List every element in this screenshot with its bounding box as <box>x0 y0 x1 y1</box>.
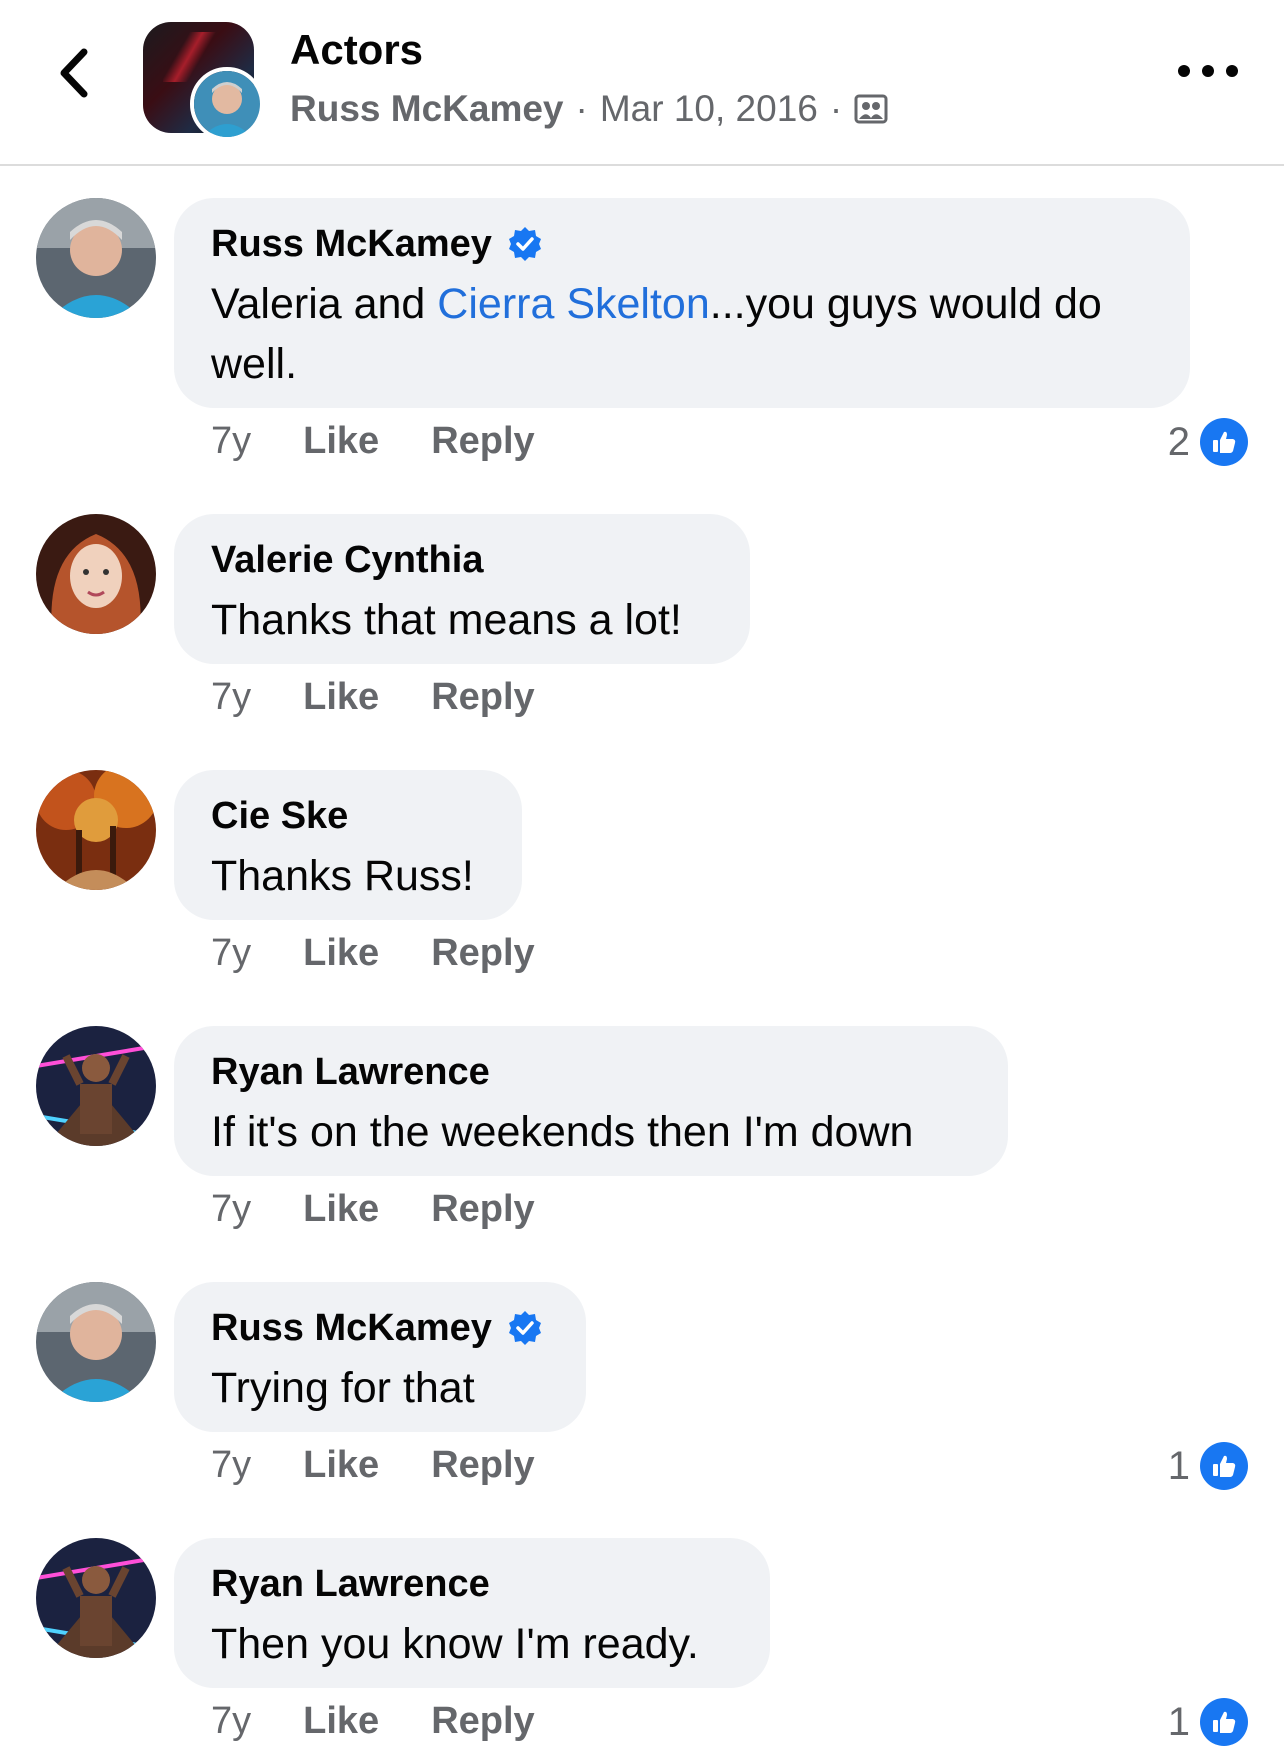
comment-author-row: Ryan Lawrence <box>211 1560 733 1608</box>
comment-text: If it's on the weekends then I'm down <box>211 1108 914 1156</box>
reaction-count: 1 <box>1167 1699 1190 1744</box>
dot-icon <box>1226 65 1238 77</box>
reaction-summary[interactable]: 2 <box>1168 418 1248 466</box>
comment-text: Then you know I'm ready. <box>211 1620 699 1668</box>
comment-bubble: Ryan Lawrence If it's on the weekends th… <box>174 1026 1008 1176</box>
comment-actions: 7y Like Reply <box>211 1444 535 1487</box>
comment-bubble: Valerie Cynthia Thanks that means a lot! <box>174 514 750 664</box>
comment-text: Thanks that means a lot! <box>211 596 682 644</box>
comment-author-row: Ryan Lawrence <box>211 1048 971 1096</box>
comment-author[interactable]: Ryan Lawrence <box>211 1560 490 1608</box>
reaction-count: 2 <box>1167 419 1190 464</box>
thumbs-up-icon <box>1200 418 1248 466</box>
comment-actions: 7y Like Reply <box>211 420 535 463</box>
verified-badge-icon <box>508 227 541 261</box>
comment-text: Trying for that <box>211 1364 475 1412</box>
meta-separator: · <box>575 88 588 129</box>
more-options-button[interactable] <box>1178 56 1238 86</box>
comment-time[interactable]: 7y <box>211 1188 251 1231</box>
comment-time[interactable]: 7y <box>211 676 251 719</box>
avatar[interactable] <box>36 1282 156 1402</box>
comment-author[interactable]: Russ McKamey <box>211 220 492 268</box>
comment-bubble: Ryan Lawrence Then you know I'm ready. <box>174 1538 770 1688</box>
comment-author-row: Russ McKamey <box>211 1304 549 1352</box>
mention-link[interactable]: Cierra Skelton <box>437 280 709 328</box>
comment-bubble: Cie Ske Thanks Russ! <box>174 770 522 920</box>
comment-author[interactable]: Ryan Lawrence <box>211 1048 490 1096</box>
reply-button[interactable]: Reply <box>431 1700 534 1743</box>
like-button[interactable]: Like <box>303 1188 379 1231</box>
comment-actions: 7y Like Reply <box>211 932 535 975</box>
comment-actions: 7y Like Reply <box>211 1188 535 1231</box>
like-button[interactable]: Like <box>303 420 379 463</box>
thumbs-up-icon <box>1200 1442 1248 1490</box>
comment-time[interactable]: 7y <box>211 1700 251 1743</box>
avatar[interactable] <box>36 770 156 890</box>
comment-author[interactable]: Cie Ske <box>211 792 348 840</box>
comment-author[interactable]: Valerie Cynthia <box>211 536 483 584</box>
post-author[interactable]: Russ McKamey <box>290 88 564 130</box>
verified-badge-icon <box>508 1311 541 1345</box>
dot-icon <box>1202 65 1214 77</box>
comment-actions: 7y Like Reply <box>211 1700 535 1743</box>
back-button[interactable] <box>48 40 98 106</box>
comment-time[interactable]: 7y <box>211 932 251 975</box>
comment-author-row: Valerie Cynthia <box>211 536 713 584</box>
avatar[interactable] <box>36 1538 156 1658</box>
comment-bubble: Russ McKamey Trying for that <box>174 1282 586 1432</box>
comment-time[interactable]: 7y <box>211 420 251 463</box>
reply-button[interactable]: Reply <box>431 676 534 719</box>
like-button[interactable]: Like <box>303 932 379 975</box>
comment-text: Thanks Russ! <box>211 852 474 900</box>
comment-text-part: Valeria and <box>211 280 438 328</box>
group-title[interactable]: Actors <box>290 26 423 74</box>
avatar[interactable] <box>36 1026 156 1146</box>
meta-separator-2: · <box>829 88 843 129</box>
poster-avatar[interactable] <box>190 67 264 141</box>
post-header: Actors Russ McKamey · Mar 10, 2016 · <box>0 0 1284 166</box>
post-meta: Russ McKamey · Mar 10, 2016 · <box>290 88 888 130</box>
reply-button[interactable]: Reply <box>431 932 534 975</box>
chevron-left-icon <box>60 48 88 98</box>
like-button[interactable]: Like <box>303 1444 379 1487</box>
dot-icon <box>1178 65 1190 77</box>
reaction-summary[interactable]: 1 <box>1168 1698 1248 1746</box>
avatar[interactable] <box>36 514 156 634</box>
thumbs-up-icon <box>1200 1698 1248 1746</box>
comment-author-row: Russ McKamey <box>211 220 1153 268</box>
like-button[interactable]: Like <box>303 1700 379 1743</box>
reaction-summary[interactable]: 1 <box>1168 1442 1248 1490</box>
group-privacy-icon <box>854 94 888 124</box>
comment-bubble: Russ McKamey Valeria and Cierra Skelton.… <box>174 198 1190 408</box>
comment-text: Valeria and Cierra Skelton...you guys wo… <box>211 274 1153 394</box>
reply-button[interactable]: Reply <box>431 1188 534 1231</box>
reply-button[interactable]: Reply <box>431 420 534 463</box>
comment-actions: 7y Like Reply <box>211 676 535 719</box>
comment-author[interactable]: Russ McKamey <box>211 1304 492 1352</box>
like-button[interactable]: Like <box>303 676 379 719</box>
reply-button[interactable]: Reply <box>431 1444 534 1487</box>
avatar[interactable] <box>36 198 156 318</box>
post-date[interactable]: Mar 10, 2016 <box>600 88 818 130</box>
comment-time[interactable]: 7y <box>211 1444 251 1487</box>
comment-author-row: Cie Ske <box>211 792 485 840</box>
reaction-count: 1 <box>1167 1443 1190 1488</box>
